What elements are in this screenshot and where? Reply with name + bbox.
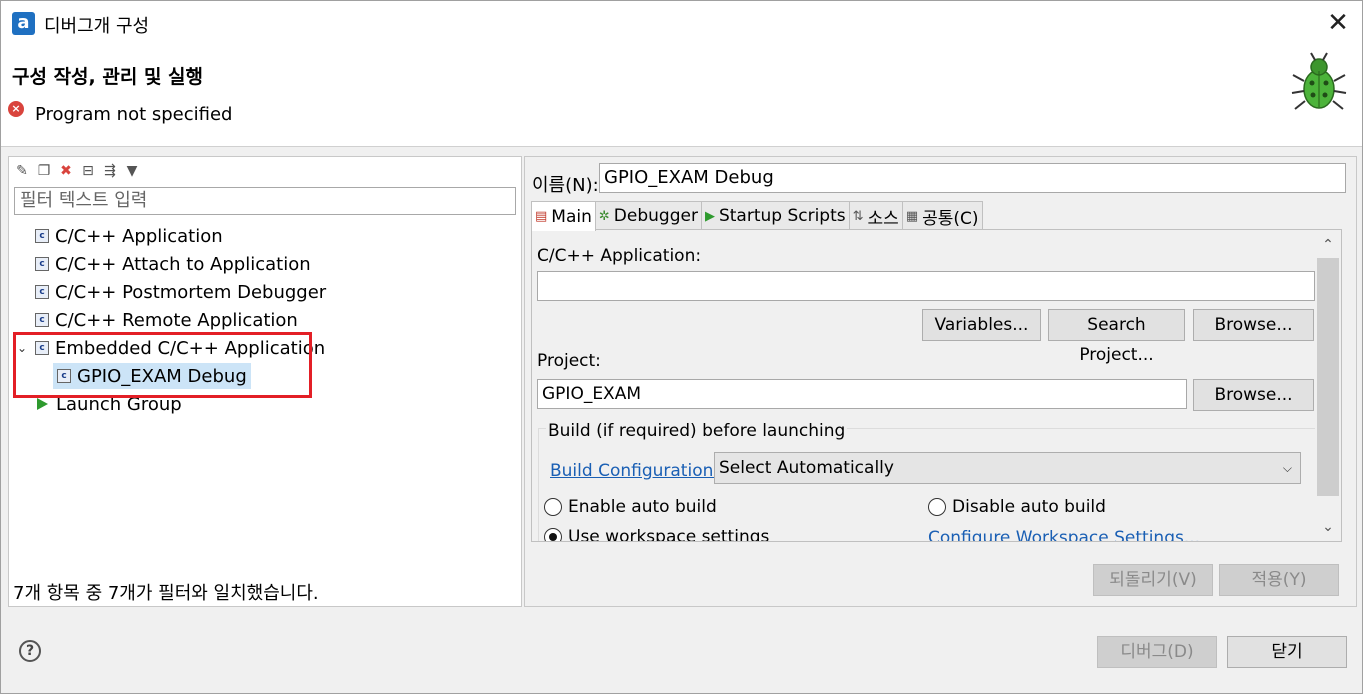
collapse-all-icon[interactable]: ⊟ — [79, 162, 97, 180]
dialog-header: 구성 작성, 관리 및 실행 × Program not specified — [1, 47, 1362, 147]
radio-label: Use workspace settings — [568, 527, 770, 542]
tree-item-label: C/C++ Application — [55, 225, 223, 247]
use-workspace-settings-radio[interactable]: Use workspace settings — [544, 527, 770, 542]
project-field[interactable]: GPIO_EXAM — [537, 379, 1187, 409]
error-message: Program not specified — [35, 104, 233, 125]
radio-circle — [544, 528, 562, 541]
launch-group-icon — [37, 398, 48, 410]
left-toolbar: ✎ ❐ ✖ ⊟ ⇶ ▼ — [13, 160, 141, 182]
bug-icon — [1291, 52, 1347, 110]
chevron-down-icon[interactable]: ⌄ — [17, 341, 29, 355]
view-menu-icon[interactable]: ▼ — [123, 162, 141, 180]
c-config-icon: c — [35, 257, 49, 271]
config-editor-panel: 이름(N): GPIO_EXAM Debug ▤ Main ✲ Debugger… — [524, 156, 1357, 607]
title-bar: a 디버그개 구성 ✕ — [1, 1, 1362, 47]
tab-common[interactable]: ▦ 공통(C) — [901, 201, 983, 230]
filter-icon[interactable]: ⇶ — [101, 162, 119, 180]
c-config-icon: c — [35, 341, 49, 355]
tree-item-label: C/C++ Postmortem Debugger — [55, 281, 327, 303]
tree-item-cpp-postmortem[interactable]: c C/C++ Postmortem Debugger — [35, 279, 326, 305]
radio-label: Enable auto build — [568, 497, 717, 517]
debug-button[interactable]: 디버그(D) — [1097, 636, 1217, 668]
common-tab-icon: ▦ — [905, 208, 919, 224]
tab-main[interactable]: ▤ Main — [531, 201, 596, 231]
tab-source[interactable]: ⇅ 소스 — [848, 201, 903, 230]
tree-item-label: C/C++ Remote Application — [55, 309, 298, 331]
application-field[interactable] — [537, 271, 1315, 301]
scroll-thumb[interactable] — [1317, 258, 1339, 496]
tree-item-gpio-exam-debug[interactable]: c GPIO_EXAM Debug — [53, 363, 251, 389]
build-group-title: Build (if required) before launching — [546, 421, 848, 441]
debugger-tab-icon: ✲ — [598, 208, 610, 224]
tree-item-embedded-cpp[interactable]: ⌄ c Embedded C/C++ Application — [17, 335, 325, 361]
source-tab-icon: ⇅ — [852, 208, 864, 224]
tab-label: Debugger — [613, 206, 698, 226]
window-title: 디버그개 구성 — [44, 16, 150, 37]
build-group — [538, 428, 1316, 541]
main-tab-icon: ▤ — [535, 209, 548, 224]
tree-item-label: GPIO_EXAM Debug — [77, 365, 247, 387]
browse-app-button[interactable]: Browse... — [1193, 309, 1314, 341]
radio-label: Disable auto build — [952, 497, 1106, 517]
config-list-panel: ✎ ❐ ✖ ⊟ ⇶ ▼ 필터 텍스트 입력 c C/C++ Applicatio… — [8, 156, 522, 607]
tree-item-label: Launch Group — [56, 393, 182, 415]
tab-label: 공통(C) — [922, 208, 979, 229]
configure-workspace-link[interactable]: Configure Workspace Settings... — [928, 528, 1200, 541]
enable-auto-build-radio[interactable]: Enable auto build — [544, 497, 717, 517]
scroll-up-icon[interactable]: ⌃ — [1315, 232, 1341, 258]
dialog-window: a 디버그개 구성 ✕ 구성 작성, 관리 및 실행 × Program not… — [0, 0, 1363, 694]
filter-input[interactable]: 필터 텍스트 입력 — [14, 187, 516, 215]
disable-auto-build-radio[interactable]: Disable auto build — [928, 497, 1106, 517]
chevron-down-icon: ⌵ — [1282, 461, 1292, 475]
build-configuration-select[interactable]: Select Automatically ⌵ — [714, 452, 1301, 484]
browse-project-button[interactable]: Browse... — [1193, 379, 1314, 411]
revert-button[interactable]: 되돌리기(V) — [1093, 564, 1213, 596]
tree-item-label: C/C++ Attach to Application — [55, 253, 311, 275]
help-icon[interactable]: ? — [19, 640, 41, 662]
tab-debugger[interactable]: ✲ Debugger — [594, 201, 702, 230]
tab-bar: ▤ Main ✲ Debugger ▶ Startup Scripts ⇅ 소스… — [531, 201, 983, 231]
tree-item-launch-group[interactable]: Launch Group — [35, 391, 182, 417]
tab-startup-scripts[interactable]: ▶ Startup Scripts — [700, 201, 850, 230]
c-config-icon: c — [35, 313, 49, 327]
filter-status: 7개 항목 중 7개가 필터와 일치했습니다. — [13, 583, 319, 604]
tab-label: 소스 — [867, 208, 899, 229]
page-title: 구성 작성, 관리 및 실행 — [12, 66, 203, 88]
tree-item-label: Embedded C/C++ Application — [55, 337, 326, 359]
tab-label: Startup Scripts — [718, 206, 846, 226]
tree-item-cpp-attach[interactable]: c C/C++ Attach to Application — [35, 251, 311, 277]
c-config-icon: c — [35, 229, 49, 243]
error-icon: × — [8, 101, 24, 117]
name-label: 이름(N): — [532, 175, 599, 196]
delete-icon[interactable]: ✖ — [57, 162, 75, 180]
name-field[interactable]: GPIO_EXAM Debug — [599, 163, 1346, 193]
project-label: Project: — [537, 351, 601, 371]
select-value: Select Automatically — [719, 458, 894, 478]
tab-label: Main — [551, 206, 592, 227]
c-config-icon: c — [35, 285, 49, 299]
main-tab-content: C/C++ Application: Variables... Search P… — [531, 229, 1342, 542]
radio-circle — [928, 498, 946, 516]
scroll-down-icon[interactable]: ⌄ — [1315, 514, 1341, 540]
radio-circle — [544, 498, 562, 516]
app-label: C/C++ Application: — [537, 246, 702, 266]
search-project-button[interactable]: Search Project... — [1048, 309, 1185, 365]
c-config-icon: c — [57, 369, 71, 383]
build-configuration-link[interactable]: Build Configuration: — [550, 461, 719, 481]
close-button[interactable]: 닫기 — [1227, 636, 1347, 668]
vertical-scrollbar[interactable]: ⌃ ⌄ — [1315, 230, 1341, 541]
close-icon[interactable]: ✕ — [1321, 7, 1355, 41]
new-config-icon[interactable]: ✎ — [13, 162, 31, 180]
tree-item-cpp-app[interactable]: c C/C++ Application — [35, 223, 223, 249]
tree-item-cpp-remote[interactable]: c C/C++ Remote Application — [35, 307, 298, 333]
startup-tab-icon: ▶ — [704, 208, 715, 224]
duplicate-icon[interactable]: ❐ — [35, 162, 53, 180]
apply-button[interactable]: 적용(Y) — [1219, 564, 1339, 596]
app-logo-icon: a — [12, 12, 35, 35]
variables-button[interactable]: Variables... — [922, 309, 1041, 341]
